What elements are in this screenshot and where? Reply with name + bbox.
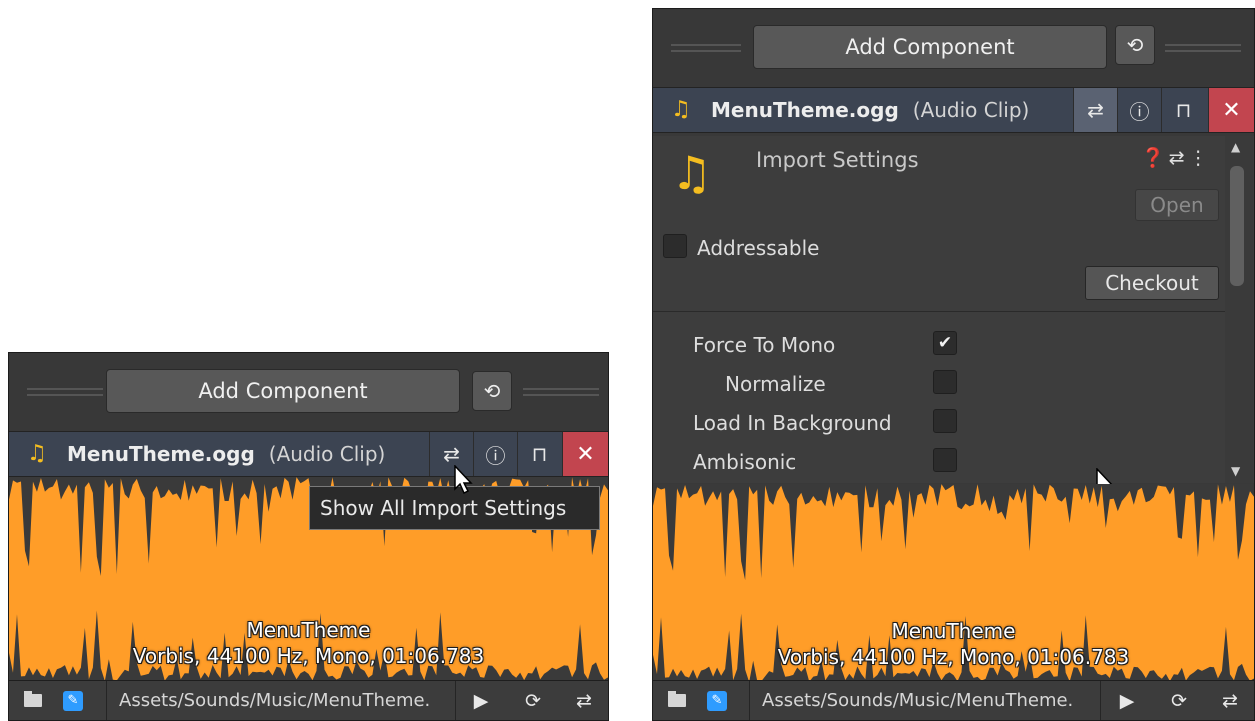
section-divider [653, 311, 1226, 312]
info-button[interactable]: ⓘ [1117, 88, 1161, 132]
scrollbar-thumb[interactable] [1230, 166, 1244, 286]
info-icon: ⓘ [485, 443, 506, 468]
folder-button[interactable] [15, 681, 51, 720]
ambisonic-checkbox[interactable] [933, 448, 957, 472]
import-settings-section: ♫ Import Settings ❓⇄⋮ Open Addressable C… [653, 136, 1254, 498]
drag-grip-left[interactable] [27, 388, 103, 396]
lock-icon: ⊓ [1175, 98, 1192, 122]
clip-name-label: MenuTheme [891, 619, 1016, 643]
more-options-icon[interactable]: ⋮ [1189, 147, 1212, 169]
asset-title: MenuTheme.ogg (Audio Clip) [67, 442, 386, 466]
history-button[interactable]: ⟲ [1115, 25, 1155, 65]
help-icon[interactable]: ❓ [1141, 147, 1169, 169]
lock-icon: ⊓ [531, 442, 548, 466]
loop-button[interactable]: ⇄ [1207, 681, 1253, 720]
add-component-button[interactable]: Add Component [753, 25, 1107, 69]
clip-info-label: Vorbis, 44100 Hz, Mono, 01:06.783 [777, 645, 1130, 669]
import-settings-title: Import Settings [756, 148, 919, 172]
edit-icon: ✎ [63, 690, 83, 711]
addressable-checkbox[interactable] [663, 234, 687, 258]
clip-name-label: MenuTheme [246, 618, 371, 642]
auto-play-icon: ⟳ [525, 689, 541, 712]
close-button[interactable]: ✕ [1208, 88, 1254, 132]
edit-button[interactable]: ✎ [55, 681, 91, 720]
lock-button[interactable]: ⊓ [1161, 88, 1205, 132]
normalize-label: Normalize [725, 372, 826, 396]
drag-grip-left[interactable] [671, 44, 741, 52]
info-icon: ⓘ [1129, 99, 1150, 124]
folder-icon [668, 691, 686, 707]
play-icon: ▶ [1119, 689, 1135, 712]
history-icon: ⟲ [483, 379, 501, 403]
loop-button[interactable]: ⇄ [561, 681, 607, 720]
play-icon: ▶ [473, 689, 489, 712]
auto-play-button[interactable]: ⟳ [509, 681, 557, 720]
add-component-button[interactable]: Add Component [106, 369, 460, 413]
drag-grip-right[interactable] [1165, 44, 1241, 52]
info-button[interactable]: ⓘ [473, 432, 517, 476]
checkmark-icon: ✔ [937, 333, 953, 353]
asset-header: ♫ MenuTheme.ogg (Audio Clip) ⇄ ⓘ ⊓ ✕ [9, 431, 608, 477]
force-to-mono-checkbox[interactable]: ✔ [933, 331, 957, 355]
history-button[interactable]: ⟲ [472, 371, 512, 411]
clip-info-label: Vorbis, 44100 Hz, Mono, 01:06.783 [132, 644, 485, 668]
presets-icon[interactable]: ⇄ [1169, 147, 1189, 169]
import-settings-icons: ❓⇄⋮ [1141, 146, 1212, 169]
normalize-checkbox[interactable] [933, 370, 957, 394]
addressable-label: Addressable [697, 236, 820, 260]
drag-grip-right[interactable] [523, 388, 599, 396]
import-settings-toggle-button[interactable]: ⇄ [1073, 88, 1117, 132]
load-in-background-checkbox[interactable] [933, 409, 957, 433]
inspector-panel-expanded: Add Component ⟲ ♫ MenuTheme.ogg (Audio Cl… [652, 8, 1255, 721]
loop-icon: ⇄ [1222, 689, 1238, 712]
folder-button[interactable] [659, 681, 695, 720]
play-button[interactable]: ▶ [1105, 681, 1149, 720]
history-icon: ⟲ [1126, 33, 1144, 57]
sliders-icon: ⇄ [443, 442, 460, 466]
checkout-button[interactable]: Checkout [1085, 266, 1219, 300]
loop-icon: ⇄ [576, 689, 592, 712]
waveform-top-gaps [653, 484, 1254, 581]
asset-path-field[interactable]: Assets/Sounds/Music/MenuTheme. [749, 681, 1101, 720]
add-component-row: Add Component ⟲ [653, 9, 1254, 87]
edit-icon: ✎ [707, 690, 727, 711]
lock-button[interactable]: ⊓ [517, 432, 561, 476]
asset-title: MenuTheme.ogg (Audio Clip) [711, 98, 1030, 122]
mouse-cursor-icon [454, 465, 473, 495]
scroll-down-icon[interactable]: ▼ [1231, 464, 1240, 478]
folder-icon [24, 691, 42, 707]
add-component-row: Add Component ⟲ [9, 353, 608, 431]
close-icon: ✕ [1222, 97, 1241, 123]
open-button[interactable]: Open [1135, 189, 1219, 221]
edit-button[interactable]: ✎ [699, 681, 735, 720]
load-in-background-label: Load In Background [693, 411, 892, 435]
force-to-mono-label: Force To Mono [693, 333, 836, 357]
asset-path-field[interactable]: Assets/Sounds/Music/MenuTheme. [106, 681, 456, 720]
close-icon: ✕ [576, 441, 595, 467]
waveform-preview[interactable]: MenuTheme Vorbis, 44100 Hz, Mono, 01:06.… [653, 484, 1254, 682]
audio-clip-icon: ♫ [671, 97, 691, 122]
audio-clip-icon: ♫ [27, 441, 47, 466]
ambisonic-label: Ambisonic [693, 450, 797, 474]
close-button[interactable]: ✕ [562, 432, 608, 476]
auto-play-icon: ⟳ [1171, 689, 1187, 712]
inspector-panel-collapsed: Add Component ⟲ ♫ MenuTheme.ogg (Audio Cl… [8, 352, 609, 721]
sliders-icon: ⇄ [1087, 98, 1104, 122]
scroll-up-icon[interactable]: ▲ [1231, 140, 1240, 154]
audio-clip-large-icon: ♫ [671, 146, 713, 200]
play-button[interactable]: ▶ [459, 681, 503, 720]
preview-toolbar: ✎ Assets/Sounds/Music/MenuTheme. ▶ ⟳ ⇄ [653, 680, 1254, 720]
asset-header: ♫ MenuTheme.ogg (Audio Clip) ⇄ ⓘ ⊓ ✕ [653, 87, 1254, 133]
auto-play-button[interactable]: ⟳ [1155, 681, 1203, 720]
preview-toolbar: ✎ Assets/Sounds/Music/MenuTheme. ▶ ⟳ ⇄ [9, 680, 608, 720]
